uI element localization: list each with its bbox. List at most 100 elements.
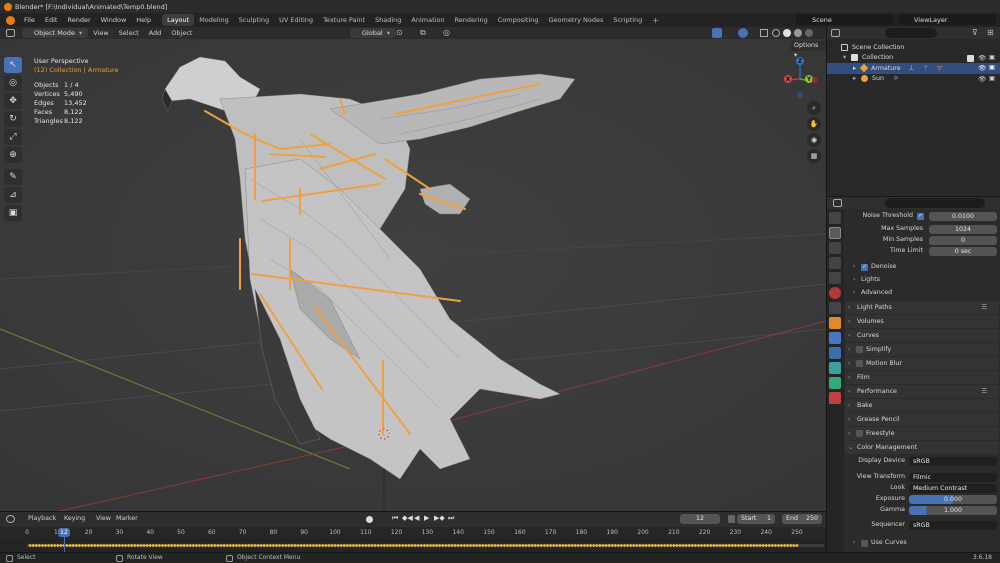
timeline-editor-icon[interactable] <box>6 515 15 523</box>
measure-tool-icon[interactable]: ⊿ <box>4 187 22 203</box>
editor-type-icon[interactable] <box>6 29 15 37</box>
add-workspace-button[interactable]: + <box>647 16 664 25</box>
options-dropdown[interactable]: Options ▾ <box>790 41 826 59</box>
section-curves[interactable]: › Curves <box>845 329 999 342</box>
start-frame-field[interactable]: Start 1 <box>737 514 775 524</box>
grid-view-icon[interactable]: ▦ <box>807 149 821 163</box>
viewport-menu-object[interactable]: Object <box>166 29 197 37</box>
workspace-tab-rendering[interactable]: Rendering <box>450 14 493 26</box>
current-frame-field[interactable]: 12 <box>680 514 720 524</box>
play-icon[interactable]: ▶ <box>424 514 429 522</box>
gizmo-x-axis[interactable]: X <box>784 75 792 83</box>
outliner-editor-icon[interactable] <box>831 29 840 37</box>
add-cube-tool-icon[interactable]: ▣ <box>4 205 22 221</box>
proportional-edit-icon[interactable]: ◎ <box>443 28 450 37</box>
workspace-tab-animation[interactable]: Animation <box>406 14 449 26</box>
timeline-menu-keying[interactable]: Keying <box>64 515 85 522</box>
timeline-menu-playback[interactable]: Playback <box>28 515 56 522</box>
gizmo-neg-z-axis[interactable] <box>797 92 803 98</box>
time-limit-field[interactable]: 0 sec <box>929 247 997 256</box>
properties-editor-icon[interactable] <box>833 199 842 207</box>
playhead-frame-indicator[interactable]: 12 <box>58 528 70 537</box>
world-tab-icon[interactable] <box>829 287 841 299</box>
camera-restrict-icon[interactable]: ▣ <box>989 75 995 82</box>
overlays-icon[interactable] <box>738 28 748 38</box>
jump-start-icon[interactable]: ⏮ <box>392 514 398 523</box>
subsection-lights[interactable]: › Lights <box>851 274 999 286</box>
section-performance[interactable]: › Performance ☰ <box>845 385 999 398</box>
workspace-tab-modeling[interactable]: Modeling <box>194 14 234 26</box>
view-layer-selector[interactable]: ViewLayer <box>898 14 996 25</box>
gizmo-neg-x-axis[interactable] <box>812 77 818 83</box>
section-freestyle[interactable]: › Freestyle <box>845 427 999 440</box>
rotate-tool-icon[interactable]: ↻ <box>4 111 22 127</box>
section-simplify[interactable]: › Simplify <box>845 343 999 356</box>
move-tool-icon[interactable]: ✥ <box>4 93 22 109</box>
gizmo-z-axis[interactable]: Z <box>796 57 804 65</box>
viewport-menu-add[interactable]: Add <box>144 29 167 37</box>
physics-tab-icon[interactable] <box>829 362 841 374</box>
xray-icon[interactable] <box>760 29 768 37</box>
show-gizmo-icon[interactable] <box>712 28 722 38</box>
workspace-tab-geometry-nodes[interactable]: Geometry Nodes <box>544 14 609 26</box>
shading-wireframe-icon[interactable] <box>772 29 780 37</box>
list-icon[interactable]: ☰ <box>981 301 987 314</box>
outliner-item-armature[interactable]: ▸ Armature ⟂ ⚚ ▽ 👁 ▣ <box>827 63 1000 74</box>
shading-material-icon[interactable] <box>794 29 802 37</box>
workspace-tab-scripting[interactable]: Scripting <box>608 14 647 26</box>
tool-tab-icon[interactable] <box>829 212 841 224</box>
subsection-use-curves[interactable]: › Use Curves <box>851 537 999 549</box>
play-reverse-icon[interactable]: ◀ <box>414 514 419 522</box>
annotate-tool-icon[interactable]: ✎ <box>4 169 22 185</box>
list-icon[interactable]: ☰ <box>981 385 987 398</box>
workspace-tab-texture-paint[interactable]: Texture Paint <box>318 14 370 26</box>
look-dropdown[interactable]: Medium Contrast <box>909 484 997 493</box>
viewport-menu-select[interactable]: Select <box>114 29 144 37</box>
zoom-icon[interactable]: ⌕ <box>807 101 821 115</box>
section-motion-blur[interactable]: › Motion Blur <box>845 357 999 370</box>
object-data-tab-icon[interactable] <box>829 377 841 389</box>
section-grease-pencil[interactable]: › Grease Pencil <box>845 413 999 426</box>
subsection-denoise[interactable]: › ✓ Denoise <box>851 261 999 273</box>
menu-file[interactable]: File <box>19 16 40 24</box>
camera-icon[interactable]: ◉ <box>807 133 821 147</box>
render-tab-icon[interactable] <box>829 227 841 239</box>
scene-selector[interactable]: Scene <box>796 14 894 25</box>
outliner-search-input[interactable] <box>885 28 937 38</box>
camera-restrict-icon[interactable]: ▣ <box>989 54 995 61</box>
menu-help[interactable]: Help <box>131 16 156 24</box>
display-device-dropdown[interactable]: sRGB <box>909 457 997 466</box>
workspace-tab-sculpting[interactable]: Sculpting <box>234 14 274 26</box>
simplify-checkbox[interactable] <box>856 346 863 353</box>
scene-tab-icon[interactable] <box>829 272 841 284</box>
jump-end-icon[interactable]: ⏭ <box>448 514 454 523</box>
outliner-item-sun[interactable]: ▸ Sun ☼ 👁 ▣ <box>827 74 1000 85</box>
section-color-management[interactable]: ⌄ Color Management <box>845 441 999 454</box>
timeline-menu-view[interactable]: View <box>96 515 111 522</box>
menu-edit[interactable]: Edit <box>40 16 63 24</box>
pivot-point-icon[interactable]: ⊙ <box>396 28 403 37</box>
chevron-right-icon[interactable]: ▸ <box>853 65 856 72</box>
checkbox-icon[interactable] <box>967 54 974 62</box>
filter-icon[interactable]: ⊽ <box>972 28 978 37</box>
denoise-checkbox[interactable]: ✓ <box>861 263 868 271</box>
subsection-advanced[interactable]: › Advanced <box>851 287 999 299</box>
exposure-slider[interactable]: 0.000 <box>909 495 997 504</box>
blender-menu-icon[interactable] <box>6 15 15 25</box>
transform-orientation-dropdown[interactable]: Global ▾ <box>350 28 397 38</box>
modifier-tab-icon[interactable] <box>829 332 841 344</box>
properties-search-input[interactable] <box>885 198 985 208</box>
texture-tab-icon[interactable] <box>829 392 841 404</box>
prev-keyframe-icon[interactable]: ◆◀ <box>402 514 413 522</box>
view-layer-tab-icon[interactable] <box>829 257 841 269</box>
menu-window[interactable]: Window <box>96 16 132 24</box>
object-mode-dropdown[interactable]: Object Mode ▾ <box>22 28 89 38</box>
keyframe-track[interactable] <box>0 539 826 553</box>
workspace-tab-uv-editing[interactable]: UV Editing <box>274 14 318 26</box>
camera-restrict-icon[interactable]: ▣ <box>989 64 995 71</box>
transform-tool-icon[interactable]: ⊕ <box>4 147 22 163</box>
noise-threshold-checkbox[interactable]: ✓ <box>917 213 924 220</box>
eye-icon[interactable]: 👁 <box>978 75 986 83</box>
object-tab-icon[interactable] <box>829 317 841 329</box>
min-samples-field[interactable]: 0 <box>929 236 997 245</box>
